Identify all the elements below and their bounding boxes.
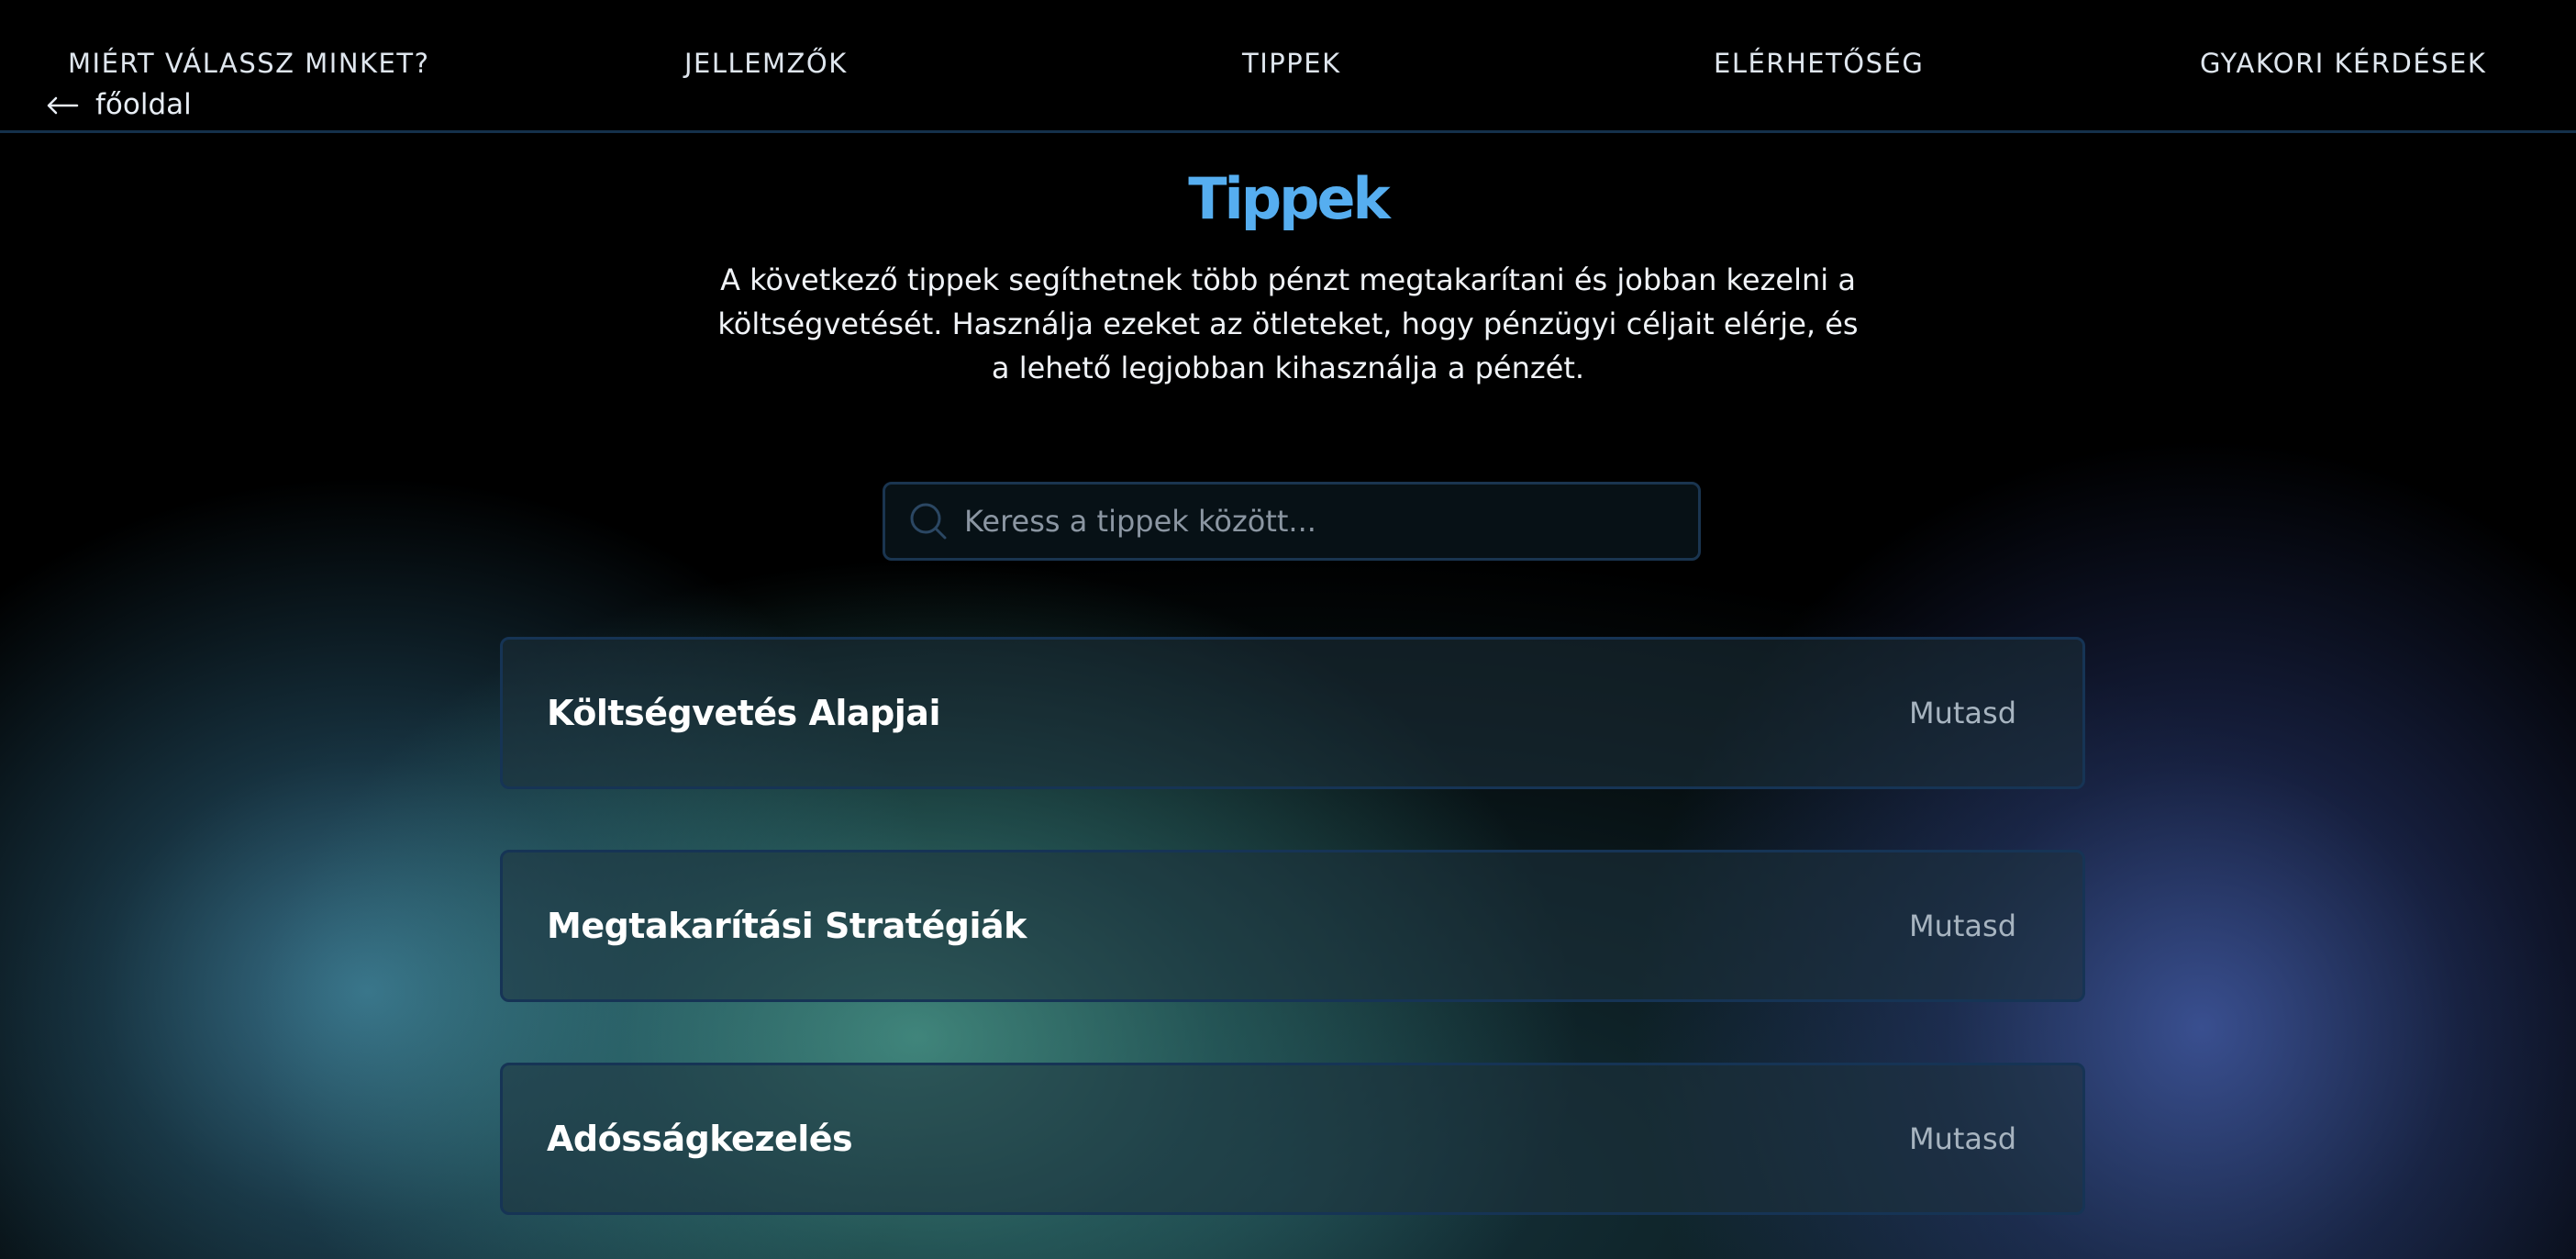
nav-item-contact[interactable]: ELÉRHETŐSÉG (1714, 48, 1924, 79)
page-title: Tippek (1188, 165, 1391, 232)
tip-card-toggle[interactable]: Mutasd (1909, 908, 2016, 943)
arrow-left-icon (46, 90, 79, 119)
top-navigation: MIÉRT VÁLASSZ MINKET? JELLEMZŐK TIPPEK E… (0, 0, 2576, 133)
nav-item-faq[interactable]: GYAKORI KÉRDÉSEK (2200, 48, 2486, 79)
tip-card-title: Megtakarítási Stratégiák (547, 906, 1027, 946)
search-icon (907, 500, 949, 542)
nav-item-features[interactable]: JELLEMZŐK (684, 48, 848, 79)
tip-card-saving-strategies[interactable]: Megtakarítási Stratégiák Mutasd (500, 850, 2085, 1002)
tip-card-budget-basics[interactable]: Költségvetés Alapjai Mutasd (500, 637, 2085, 789)
tip-card-toggle[interactable]: Mutasd (1909, 1121, 2016, 1156)
page: MIÉRT VÁLASSZ MINKET? JELLEMZŐK TIPPEK E… (0, 0, 2576, 1259)
nav-item-why-us[interactable]: MIÉRT VÁLASSZ MINKET? (68, 48, 429, 79)
page-description: A következő tippek segíthetnek több pénz… (717, 262, 1859, 385)
tip-card-toggle[interactable]: Mutasd (1909, 696, 2016, 730)
tip-card-title: Költségvetés Alapjai (547, 693, 940, 733)
tip-card-debt-management[interactable]: Adósságkezelés Mutasd (500, 1063, 2085, 1215)
tip-card-title: Adósságkezelés (547, 1119, 853, 1159)
search-input[interactable] (962, 493, 1698, 550)
search-box (883, 482, 1701, 561)
back-to-home-link[interactable]: főoldal (46, 88, 192, 121)
back-link-label: főoldal (95, 88, 192, 121)
nav-item-tips[interactable]: TIPPEK (1242, 48, 1341, 79)
